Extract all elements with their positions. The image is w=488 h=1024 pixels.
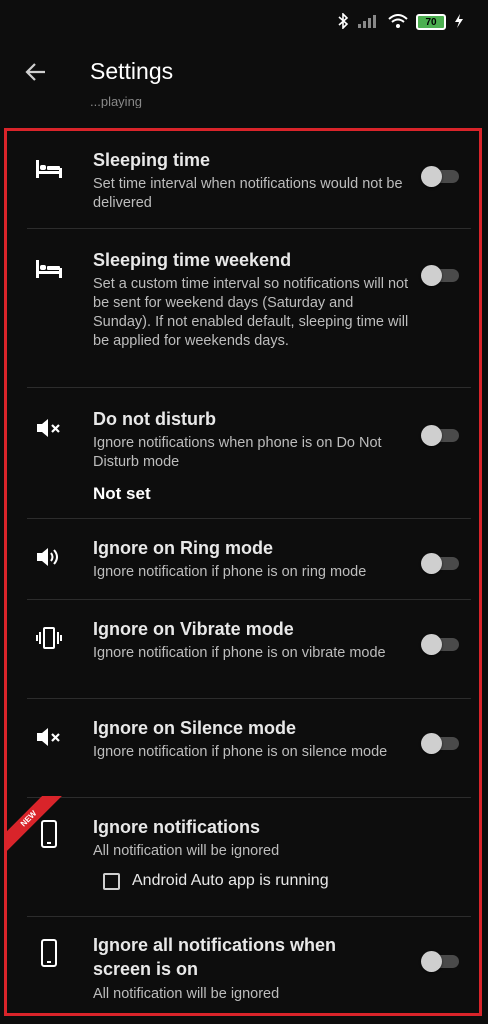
- app-bar: Settings: [0, 44, 488, 106]
- volume-up-icon: [35, 543, 63, 571]
- setting-title: Ignore on Vibrate mode: [93, 619, 294, 639]
- setting-title: Ignore on Silence mode: [93, 718, 297, 738]
- setting-sleeping-time-weekend[interactable]: Sleeping time weekend Set a custom time …: [7, 229, 479, 387]
- new-badge: NEW: [4, 796, 68, 860]
- do-not-disturb-toggle[interactable]: [421, 425, 461, 446]
- setting-ignore-silence[interactable]: Ignore on Silence mode Ignore notificati…: [7, 699, 479, 797]
- sleeping-time-weekend-toggle[interactable]: [421, 265, 461, 286]
- setting-title: Sleeping time weekend: [93, 250, 292, 270]
- new-badge-label: NEW: [4, 796, 66, 856]
- bolt-icon: [454, 13, 464, 31]
- setting-description: All notification will be ignored: [93, 843, 280, 859]
- setting-description: Set a custom time interval so notificati…: [93, 276, 409, 349]
- setting-description: Ignore notifications when phone is on Do…: [93, 435, 382, 470]
- setting-do-not-disturb[interactable]: Do not disturb Ignore notifications when…: [7, 388, 479, 518]
- smartphone-icon: [35, 939, 63, 967]
- setting-ignore-ring[interactable]: Ignore on Ring mode Ignore notification …: [7, 519, 479, 599]
- arrow-left-icon[interactable]: [22, 58, 50, 86]
- setting-title: Sleeping time: [93, 150, 211, 170]
- setting-ignore-screen-on[interactable]: Ignore all notifications when screen is …: [7, 917, 479, 1013]
- setting-title: Do not disturb: [93, 409, 216, 429]
- bluetooth-icon: [336, 11, 350, 32]
- status-bar: 70: [0, 0, 488, 44]
- setting-description: Ignore notification if phone is on ring …: [93, 564, 367, 580]
- vibrate-icon: [35, 624, 63, 652]
- setting-title: Ignore on Ring mode: [93, 538, 273, 558]
- volume-off-icon: [35, 723, 63, 751]
- setting-description: All notification will be ignored: [93, 986, 280, 1002]
- ignore-ring-toggle[interactable]: [421, 553, 461, 574]
- volume-off-icon: [35, 414, 63, 442]
- setting-description: Set time interval when notifications wou…: [93, 176, 403, 211]
- ignore-screen-on-toggle[interactable]: [421, 951, 461, 972]
- sleeping-time-toggle[interactable]: [421, 166, 461, 187]
- setting-sleeping-time[interactable]: Sleeping time Set time interval when not…: [7, 131, 479, 229]
- android-auto-checkbox-row[interactable]: Android Auto app is running: [103, 872, 329, 890]
- settings-list: Sleeping time Set time interval when not…: [4, 128, 482, 1016]
- setting-value: Not set: [93, 484, 151, 503]
- page-title: Settings: [90, 58, 174, 84]
- bed-icon: [35, 155, 63, 183]
- peek-text: ...playing: [90, 96, 143, 108]
- battery-indicator: 70: [416, 14, 446, 30]
- setting-ignore-notifications[interactable]: Ignore notifications All notification wi…: [7, 798, 479, 915]
- bed-icon: [35, 255, 63, 283]
- android-auto-checkbox[interactable]: [103, 872, 120, 890]
- setting-ignore-vibrate[interactable]: Ignore on Vibrate mode Ignore notificati…: [7, 600, 479, 698]
- setting-description: Ignore notification if phone is on vibra…: [93, 645, 386, 661]
- ignore-silence-toggle[interactable]: [421, 733, 461, 754]
- setting-description: Ignore notification if phone is on silen…: [93, 744, 388, 760]
- wifi-icon: [388, 13, 408, 31]
- setting-title: Ignore notifications: [93, 817, 261, 837]
- setting-title: Ignore all notifications when screen is …: [93, 935, 337, 979]
- checkbox-label: Android Auto app is running: [132, 872, 329, 889]
- signal-icon: [358, 14, 380, 31]
- ignore-vibrate-toggle[interactable]: [421, 634, 461, 655]
